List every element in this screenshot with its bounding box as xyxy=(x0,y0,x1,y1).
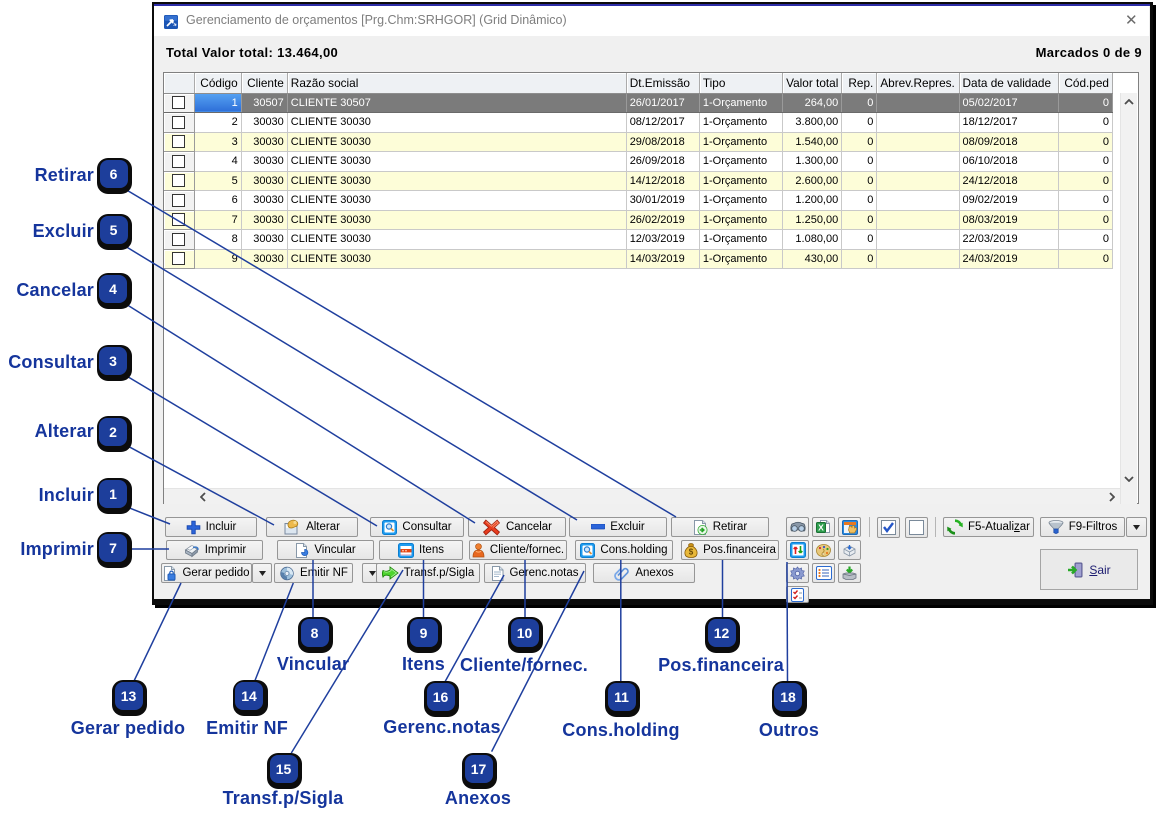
svg-text:$: $ xyxy=(689,547,694,556)
svg-text:X: X xyxy=(818,522,824,532)
